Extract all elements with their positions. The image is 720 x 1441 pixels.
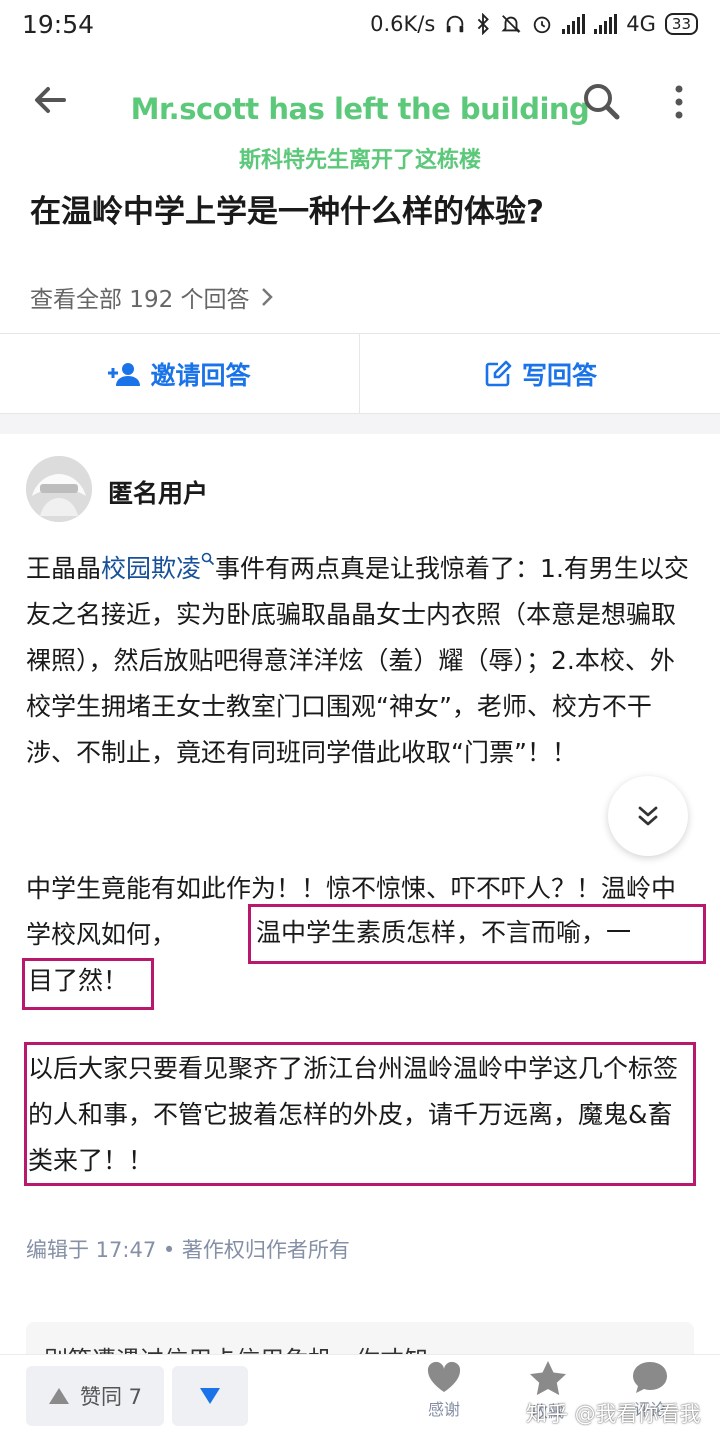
signal-icon xyxy=(562,14,586,34)
triangle-up-icon xyxy=(48,1388,69,1404)
paragraph-text: 事件有两点真是让我惊着了：1.有男生以交友之名接近，实为卧底骗取晶晶女士内衣照（… xyxy=(26,554,689,767)
answer-paragraph-3: 以后大家只要看见聚齐了浙江台州温岭温岭中学这几个标签的人和事，不管它披着怎样的外… xyxy=(28,1054,679,1175)
heart-icon xyxy=(427,1361,461,1392)
author-name[interactable]: 匿名用户 xyxy=(108,474,208,510)
comment-bubble-icon xyxy=(633,1362,667,1393)
invite-answer-button[interactable]: 邀请回答 xyxy=(0,334,359,414)
upvote-label: 赞同 7 xyxy=(79,1385,143,1409)
edited-info: 编辑于 17:47 • 著作权归作者所有 xyxy=(26,1238,350,1262)
highlighted-text: 温中学生素质怎样，不言而喻，一 xyxy=(256,918,632,947)
edit-icon xyxy=(485,360,512,387)
signal-icon-2 xyxy=(594,14,618,34)
more-vertical-icon xyxy=(675,85,683,119)
downvote-button[interactable] xyxy=(172,1366,248,1426)
highlighted-text: 目了然！ xyxy=(28,966,129,995)
headphones-icon xyxy=(447,15,464,33)
write-answer-label: 写回答 xyxy=(521,361,597,390)
answer-actions: 邀请回答 写回答 xyxy=(0,334,720,414)
topic-link[interactable]: 校园欺凌 xyxy=(101,552,215,583)
action-divider xyxy=(359,334,360,414)
anonymous-avatar-icon xyxy=(26,456,92,522)
chevron-right-icon xyxy=(261,288,273,306)
add-person-icon xyxy=(108,363,141,386)
triangle-down-icon xyxy=(200,1388,220,1404)
paragraph-text: 王晶晶 xyxy=(26,554,102,583)
topic-link-label: 校园欺凌 xyxy=(101,554,202,583)
invite-answer-label: 邀请回答 xyxy=(150,361,251,390)
alarm-icon xyxy=(534,16,551,34)
search-icon xyxy=(584,84,620,120)
answer-paragraph-1: 王晶晶校园欺凌 事件有两点真是让我惊着了：1.有男生以交友之名接近，实为卧底骗取晶… xyxy=(26,546,698,776)
net-speed: 0.6K/s xyxy=(370,12,436,36)
battery-icon: 33 xyxy=(664,13,698,35)
thanks-button[interactable]: 感谢 xyxy=(404,1360,484,1420)
search-link-icon xyxy=(201,552,215,566)
search-button[interactable] xyxy=(580,80,622,122)
watermark-text-zh: 斯科特先生离开了这栋楼 xyxy=(238,148,481,173)
network-type: 4G xyxy=(626,12,656,36)
thanks-label: 感谢 xyxy=(427,1400,460,1419)
avatar[interactable] xyxy=(26,456,92,522)
write-answer-button[interactable]: 写回答 xyxy=(361,334,720,414)
more-options-button[interactable] xyxy=(664,82,694,122)
view-all-answers-link[interactable]: 查看全部 192 个回答 xyxy=(30,280,274,314)
question-title[interactable]: 在温岭中学上学是一种什么样的体验? xyxy=(30,186,544,231)
bluetooth-icon xyxy=(478,13,490,35)
status-time: 19:54 xyxy=(22,10,95,39)
section-gap xyxy=(0,414,720,434)
upvote-button[interactable]: 赞同 7 xyxy=(26,1366,164,1426)
double-chevron-down-icon xyxy=(638,806,658,826)
status-icons: 0.6K/s 4G 33 xyxy=(370,12,698,36)
view-all-label: 查看全部 192 个回答 xyxy=(30,287,250,313)
status-bar: 19:54 0.6K/s 4G 33 xyxy=(0,0,720,52)
mute-bell-icon xyxy=(501,15,521,33)
scroll-down-button[interactable] xyxy=(608,776,688,856)
star-icon xyxy=(530,1361,566,1396)
brand-watermark: 知乎 @我看你看我 xyxy=(526,1402,701,1426)
